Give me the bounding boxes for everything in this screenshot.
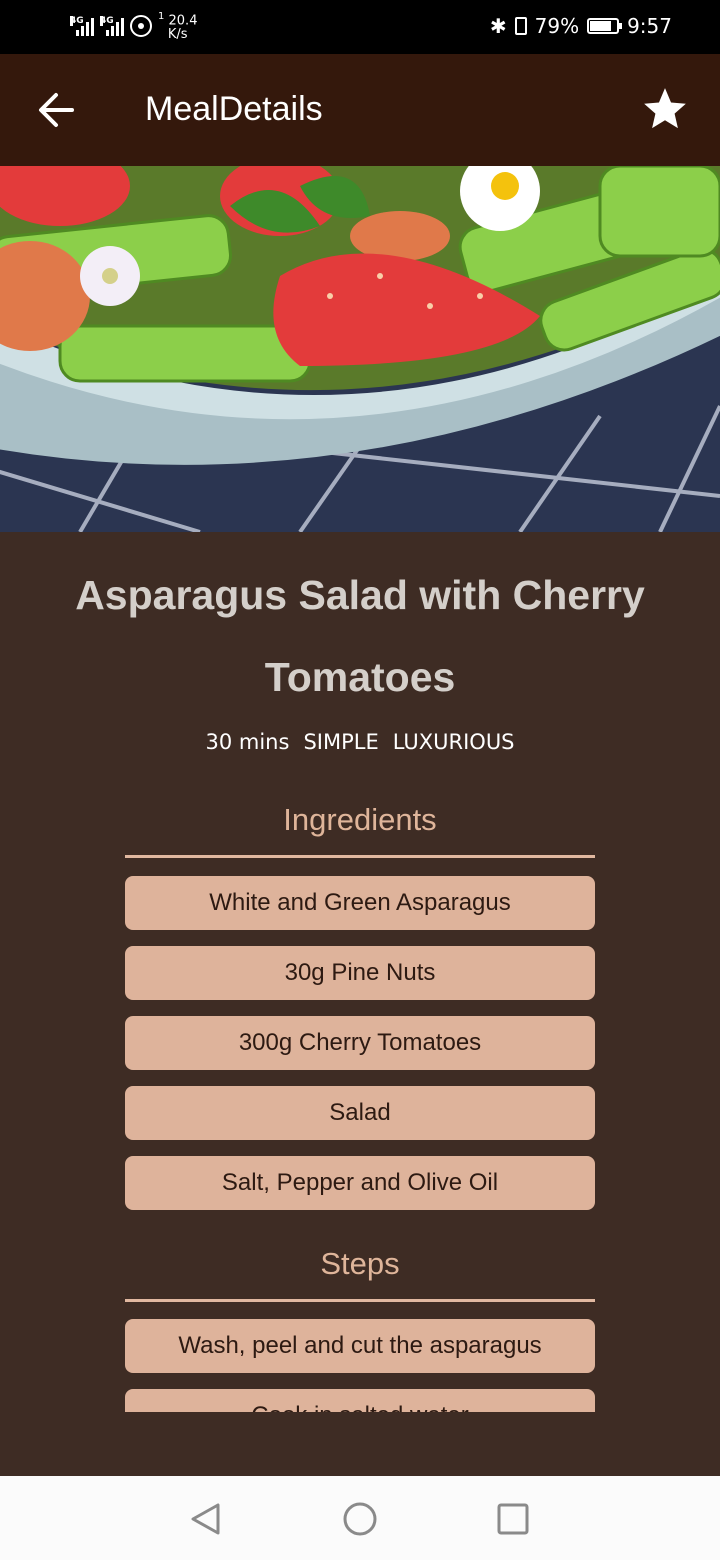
duration: 30 mins	[205, 730, 290, 754]
hotspot-icon	[130, 15, 152, 38]
system-nav-bar	[0, 1476, 720, 1560]
network-label-1: 4G	[70, 16, 84, 27]
complexity: SIMPLE	[303, 730, 379, 754]
steps-divider	[125, 1299, 595, 1302]
status-right: ✱ 79% 9:57	[490, 14, 672, 38]
bluetooth-icon: ✱	[489, 14, 507, 38]
vibrate-icon	[514, 17, 527, 35]
ingredients-divider	[125, 855, 595, 858]
meal-title-line-2: Tomatoes	[264, 654, 456, 700]
ingredients-heading: Ingredients	[283, 802, 437, 837]
ingredient-item: Salad	[125, 1086, 595, 1140]
home-circle-icon[interactable]	[343, 1502, 377, 1536]
network-speed: 1 20.4 K/s	[158, 11, 198, 43]
status-left: 4G 4G 1 20.4 K/s	[70, 10, 197, 42]
meal-title-line-1: Asparagus Salad with Cherry	[75, 572, 645, 618]
ingredient-item: Salt, Pepper and Olive Oil	[125, 1156, 595, 1210]
page-title: MealDetails	[145, 90, 323, 128]
step-item: Cook in salted water	[125, 1389, 595, 1412]
meal-meta: 30 mins SIMPLE LUXURIOUS	[0, 730, 720, 754]
signal-icon: 4G	[70, 16, 94, 37]
status-bar: 4G 4G 1 20.4 K/s ✱ 79% 9:57	[0, 0, 720, 54]
ingredient-item: 30g Pine Nuts	[125, 946, 595, 1000]
app-bar: MealDetails	[0, 54, 720, 166]
signal-icon: 4G	[100, 16, 124, 37]
battery-icon	[587, 18, 623, 34]
steps-heading: Steps	[320, 1246, 400, 1281]
meal-title: Asparagus Salad with Cherry Tomatoes	[60, 554, 660, 718]
recents-square-icon[interactable]	[496, 1502, 530, 1536]
back-triangle-icon[interactable]	[188, 1502, 222, 1536]
meal-details: Asparagus Salad with Cherry Tomatoes 30 …	[0, 532, 720, 1412]
star-icon[interactable]	[640, 84, 690, 134]
step-item: Wash, peel and cut the asparagus	[125, 1319, 595, 1373]
ingredient-item: White and Green Asparagus	[125, 876, 595, 930]
meal-image	[0, 166, 720, 532]
clock: 9:57	[627, 14, 672, 38]
network-label-2: 4G	[100, 16, 114, 27]
affordability: LUXURIOUS	[392, 730, 515, 754]
arrow-back-icon[interactable]	[34, 90, 78, 130]
battery-percent: 79%	[534, 14, 580, 38]
ingredient-item: 300g Cherry Tomatoes	[125, 1016, 595, 1070]
